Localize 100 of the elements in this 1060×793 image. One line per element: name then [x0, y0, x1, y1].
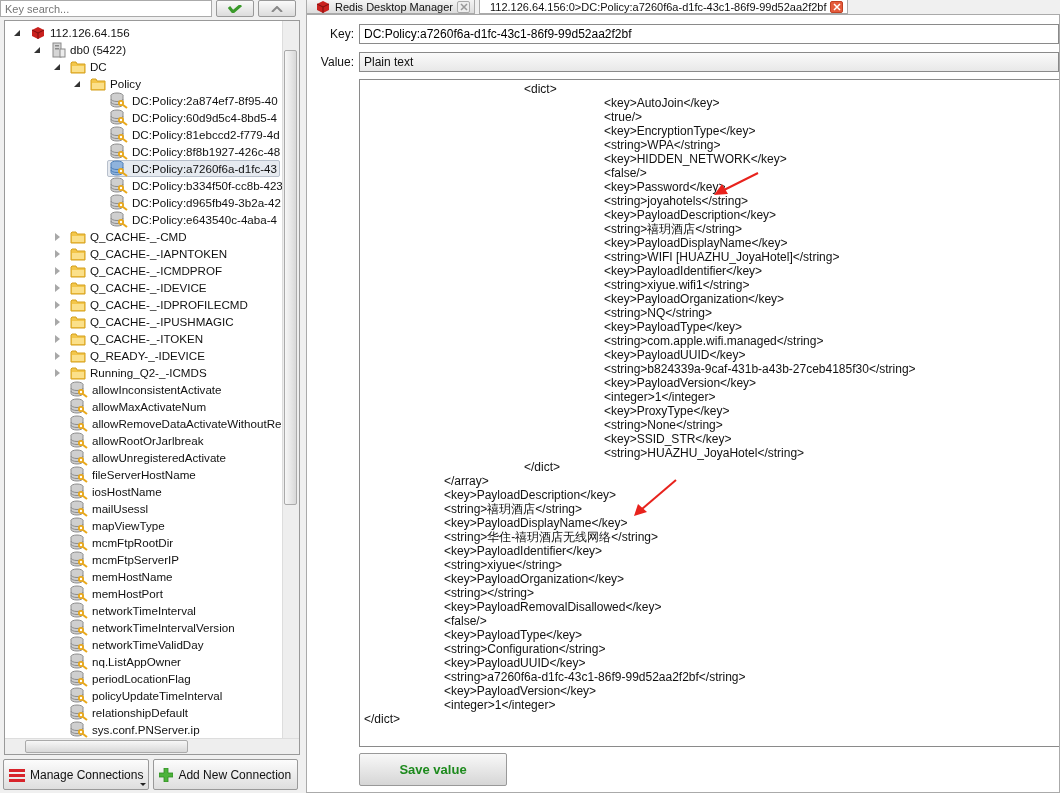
code-line: <key>PayloadDescription</key>: [603, 208, 777, 222]
tree-item[interactable]: Q_CACHE-_-ICMDPROF: [67, 262, 226, 279]
database-key-icon: [110, 194, 128, 211]
tree-item[interactable]: allowRemoveDataActivateWithoutRe: [67, 415, 282, 432]
database-key-icon: [70, 653, 88, 670]
caret-down-icon: [140, 783, 147, 786]
tree-item[interactable]: DC:Policy:b334f50f-cc8b-423: [107, 177, 282, 194]
format-dropdown[interactable]: Plain text: [359, 52, 1059, 72]
tree-item[interactable]: memHostName: [67, 568, 176, 585]
close-icon[interactable]: [457, 0, 470, 13]
tree-item[interactable]: sys.conf.PNServer.ip: [67, 721, 203, 738]
tree-item[interactable]: periodLocationFlag: [67, 670, 194, 687]
folder-icon: [70, 280, 86, 295]
save-value-button[interactable]: Save value: [359, 753, 507, 786]
tree-item[interactable]: policyUpdateTimeInterval: [67, 687, 226, 704]
tree-item[interactable]: DC:Policy:d965fb49-3b2a-42: [107, 194, 282, 211]
clear-button[interactable]: [258, 0, 296, 17]
code-line: <key>PayloadUUID</key>: [603, 348, 746, 362]
tree-item[interactable]: Q_READY-_-IDEVICE: [67, 347, 208, 364]
tree-item[interactable]: Q_CACHE-_-IDPROFILECMD: [67, 296, 251, 313]
tree-item[interactable]: mcmFtpRootDir: [67, 534, 177, 551]
horizontal-scrollbar[interactable]: [5, 738, 299, 754]
database-key-icon: [70, 466, 88, 483]
tree-item[interactable]: nq.ListAppOwner: [67, 653, 184, 670]
tree-item[interactable]: DC:Policy:a7260f6a-d1fc-43: [107, 160, 280, 177]
tree-item[interactable]: DC:Policy:2a874ef7-8f95-40: [107, 92, 281, 109]
tree-item[interactable]: networkTimeIntervalVersion: [67, 619, 238, 636]
code-line: <string>Configuration</string>: [443, 642, 606, 656]
tree-item[interactable]: allowMaxActivateNum: [67, 398, 210, 415]
code-line: <string>禧玥酒店</string>: [603, 222, 743, 236]
tree-item[interactable]: Running_Q2-_-ICMDS: [67, 364, 210, 381]
code-line: <key>PayloadVersion</key>: [443, 684, 597, 698]
database-key-icon: [70, 704, 88, 721]
plus-icon: [159, 767, 174, 782]
tree-item[interactable]: fileServerHostName: [67, 466, 199, 483]
expander-icon[interactable]: [14, 29, 20, 36]
tree-item[interactable]: allowInconsistentActivate: [67, 381, 225, 398]
database-key-icon: [70, 602, 88, 619]
apply-button[interactable]: [216, 0, 254, 17]
vertical-scrollbar[interactable]: [282, 21, 299, 738]
database-key-icon: [110, 92, 128, 109]
tree-item[interactable]: 112.126.64.156: [27, 24, 133, 41]
tree-item[interactable]: DC:Policy:81ebccd2-f779-4d: [107, 126, 282, 143]
database-key-icon: [70, 517, 88, 534]
code-line: <key>PayloadIdentifier</key>: [443, 544, 603, 558]
caret-up-icon: [271, 5, 283, 12]
database-key-icon: [70, 483, 88, 500]
tree-item[interactable]: iosHostName: [67, 483, 165, 500]
server-icon: [315, 0, 331, 15]
tree-item[interactable]: Q_CACHE-_-ITOKEN: [67, 330, 207, 347]
folder-icon: [70, 365, 86, 380]
close-icon[interactable]: [830, 0, 844, 13]
code-line: </dict>: [523, 460, 561, 474]
code-line: <string></string>: [443, 586, 535, 600]
database-key-icon: [70, 415, 88, 432]
tree-item[interactable]: Policy: [87, 75, 144, 92]
tree-item[interactable]: allowUnregisteredActivate: [67, 449, 230, 466]
add-connection-button[interactable]: Add New Connection: [153, 759, 298, 790]
tree-item[interactable]: relationshipDefault: [67, 704, 192, 721]
code-line: <dict>: [523, 82, 557, 96]
tree-item[interactable]: DC:Policy:8f8b1927-426c-48: [107, 143, 282, 160]
database-key-icon: [110, 160, 128, 177]
key-label: Key:: [329, 27, 355, 41]
key-search-field[interactable]: Key search...: [0, 0, 212, 17]
expander-icon[interactable]: [34, 46, 40, 53]
tree-item[interactable]: DC:Policy:e643540c-4aba-4: [107, 211, 280, 228]
tree-item[interactable]: Q_CACHE-_-CMD: [67, 228, 190, 245]
tab[interactable]: 112.126.64.156:0>DC:Policy:a7260f6a-d1fc-43c1-86f9-99d52aa2f2bf: [479, 0, 849, 14]
server-tower-icon: [50, 41, 66, 58]
manage-connections-button[interactable]: Manage Connections: [3, 759, 150, 790]
tree-item[interactable]: allowRootOrJarlbreak: [67, 432, 207, 449]
folder-icon: [70, 314, 86, 329]
tree-item[interactable]: DC: [67, 58, 110, 75]
code-line: <false/>: [603, 166, 647, 180]
folder-icon: [70, 297, 86, 312]
tree-item[interactable]: networkTimeInterval: [67, 602, 199, 619]
code-line: <key>PayloadOrganization</key>: [443, 572, 625, 586]
code-line: <key>ProxyType</key>: [603, 404, 730, 418]
tree-item[interactable]: Q_CACHE-_-IAPNTOKEN: [67, 245, 230, 262]
key-field[interactable]: DC:Policy:a7260f6a-d1fc-43c1-86f9-99d52aa2f2bf: [359, 24, 1059, 44]
tree-item[interactable]: memHostPort: [67, 585, 166, 602]
tree-item[interactable]: mcmFtpServerIP: [67, 551, 182, 568]
tree-item[interactable]: Q_CACHE-_-IPUSHMAGIC: [67, 313, 237, 330]
code-line: <string>WPA</string>: [603, 138, 721, 152]
tree-item[interactable]: DC:Policy:60d9d5c4-8bd5-4: [107, 109, 280, 126]
expander-icon[interactable]: [54, 63, 60, 70]
tab[interactable]: Redis Desktop Manager: [306, 0, 475, 14]
database-key-icon: [70, 534, 88, 551]
code-line: <key>HIDDEN_NETWORK</key>: [603, 152, 787, 166]
tree-item[interactable]: mapViewType: [67, 517, 168, 534]
expander-icon[interactable]: [74, 80, 80, 87]
tree-item[interactable]: networkTimeValidDay: [67, 636, 207, 653]
tree-item[interactable]: Q_CACHE-_-IDEVICE: [67, 279, 210, 296]
tree-item[interactable]: mailUsessl: [67, 500, 152, 517]
code-line: <integer>1</integer>: [443, 698, 556, 712]
database-key-icon: [110, 211, 128, 228]
tree-item[interactable]: db0 (5422): [47, 41, 130, 58]
database-key-icon: [70, 636, 88, 653]
code-line: <string>WIFI [HUAZHU_JoyaHotel]</string>: [603, 250, 840, 264]
code-line: </array>: [443, 474, 489, 488]
